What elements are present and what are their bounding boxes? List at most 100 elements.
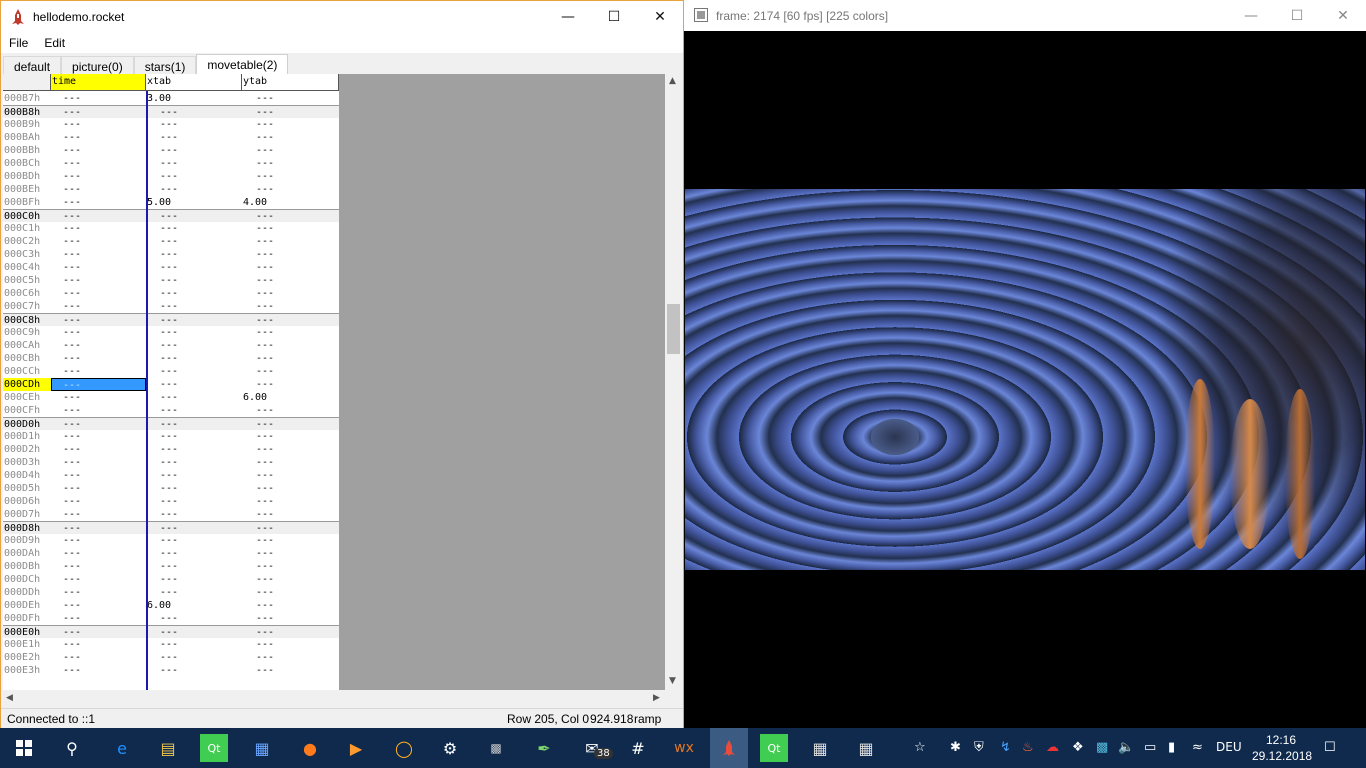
cell-time[interactable]: --- xyxy=(63,235,81,248)
cell-ytab[interactable]: --- xyxy=(256,248,274,261)
cell-xtab[interactable]: --- xyxy=(160,482,178,495)
cell-ytab[interactable]: --- xyxy=(256,144,274,157)
cell-time[interactable]: --- xyxy=(63,287,81,300)
rocket-titlebar[interactable]: hellodemo.rocket — ☐ ✕ xyxy=(1,1,683,32)
java-icon[interactable]: ♨ xyxy=(1022,740,1034,755)
cell-time[interactable]: --- xyxy=(63,144,81,157)
cell-xtab[interactable]: --- xyxy=(160,586,178,599)
cell-xtab[interactable]: --- xyxy=(160,664,178,677)
display-icon[interactable]: ▭ xyxy=(1144,740,1156,755)
wifi-icon[interactable]: ≈ xyxy=(1192,740,1203,755)
cell-xtab[interactable]: --- xyxy=(160,287,178,300)
cell-ytab[interactable]: --- xyxy=(256,222,274,235)
cell-time[interactable]: --- xyxy=(63,612,81,625)
bug-icon[interactable]: ✱ xyxy=(950,740,961,755)
cell-xtab[interactable]: --- xyxy=(160,300,178,313)
vertical-scrollbar[interactable]: ▲ ▼ xyxy=(665,74,682,690)
cell-time[interactable]: --- xyxy=(63,339,81,352)
cell-xtab[interactable]: --- xyxy=(160,443,178,456)
cell-xtab[interactable]: --- xyxy=(160,170,178,183)
cell-xtab[interactable]: --- xyxy=(160,235,178,248)
cell-time[interactable]: --- xyxy=(63,326,81,339)
cell-ytab[interactable]: --- xyxy=(256,92,274,105)
cell-xtab[interactable]: --- xyxy=(160,495,178,508)
cell-time[interactable]: --- xyxy=(63,482,81,495)
cell-xtab[interactable]: --- xyxy=(160,456,178,469)
cell-ytab[interactable]: --- xyxy=(256,560,274,573)
cell-xtab[interactable]: 3.00 xyxy=(147,92,171,105)
language-indicator[interactable]: DEU xyxy=(1216,740,1242,754)
save-disk-icon[interactable]: ▦ xyxy=(248,734,276,762)
cell-xtab[interactable]: --- xyxy=(160,157,178,170)
cell-xtab[interactable]: --- xyxy=(160,183,178,196)
cell-time[interactable]: --- xyxy=(63,573,81,586)
cell-ytab[interactable]: --- xyxy=(256,326,274,339)
cell-time[interactable]: --- xyxy=(63,456,81,469)
cell-time[interactable]: --- xyxy=(63,508,81,521)
horizontal-scrollbar[interactable]: ◀ ▶ xyxy=(3,690,665,707)
cell-ytab[interactable]: --- xyxy=(256,118,274,131)
track-header-xtab[interactable]: xtab xyxy=(146,74,242,91)
cell-time[interactable]: --- xyxy=(63,92,81,105)
cell-ytab[interactable]: --- xyxy=(256,430,274,443)
cell-ytab[interactable]: --- xyxy=(256,599,274,612)
cell-ytab[interactable]: --- xyxy=(256,469,274,482)
cell-time[interactable]: --- xyxy=(63,547,81,560)
cell-ytab[interactable]: --- xyxy=(256,638,274,651)
paint-icon[interactable]: ✒ xyxy=(530,734,558,762)
cell-time[interactable]: --- xyxy=(63,469,81,482)
cell-xtab[interactable]: --- xyxy=(160,534,178,547)
cell-xtab[interactable]: --- xyxy=(160,352,178,365)
cell-xtab[interactable]: --- xyxy=(160,573,178,586)
window-app-icon[interactable]: ▦ xyxy=(806,734,834,762)
cell-xtab[interactable]: --- xyxy=(160,222,178,235)
frame-titlebar[interactable]: frame: 2174 [60 fps] [225 colors] — ☐ ✕ xyxy=(684,0,1366,31)
cell-xtab[interactable]: 6.00 xyxy=(147,599,171,612)
volume-icon[interactable]: 🔈 xyxy=(1118,740,1134,755)
file-explorer-icon[interactable]: ▤ xyxy=(154,734,182,762)
cell-xtab[interactable]: --- xyxy=(160,261,178,274)
cell-time[interactable]: --- xyxy=(63,430,81,443)
close-button[interactable]: ✕ xyxy=(637,1,683,32)
close-button[interactable]: ✕ xyxy=(1320,0,1366,31)
cell-ytab[interactable]: --- xyxy=(256,482,274,495)
selected-cell[interactable]: --- xyxy=(51,378,146,391)
cell-xtab[interactable]: --- xyxy=(160,248,178,261)
tab-default[interactable]: default xyxy=(3,56,62,75)
cell-time[interactable]: --- xyxy=(63,196,81,209)
cell-time[interactable]: --- xyxy=(63,248,81,261)
cell-ytab[interactable]: --- xyxy=(256,183,274,196)
cell-ytab[interactable]: --- xyxy=(256,339,274,352)
cell-ytab[interactable]: --- xyxy=(256,547,274,560)
cell-time[interactable]: --- xyxy=(63,638,81,651)
slack-icon[interactable]: # xyxy=(624,734,652,762)
search-icon[interactable]: ⚲ xyxy=(58,734,86,762)
cell-time[interactable]: --- xyxy=(63,118,81,131)
cell-ytab[interactable]: --- xyxy=(256,664,274,677)
cell-ytab[interactable]: --- xyxy=(256,261,274,274)
cell-xtab[interactable]: --- xyxy=(160,118,178,131)
cell-xtab[interactable]: --- xyxy=(160,144,178,157)
cell-xtab[interactable]: --- xyxy=(160,378,178,391)
firefox-icon[interactable]: ● xyxy=(296,734,324,762)
cell-xtab[interactable]: --- xyxy=(160,469,178,482)
cell-time[interactable]: --- xyxy=(63,157,81,170)
cell-time[interactable]: --- xyxy=(63,391,81,404)
cell-ytab[interactable]: 4.00 xyxy=(243,196,267,209)
tab-movetable[interactable]: movetable(2) xyxy=(196,54,289,75)
cell-ytab[interactable]: --- xyxy=(256,612,274,625)
notification-icon[interactable]: ☐ xyxy=(1324,740,1336,755)
cell-time[interactable]: --- xyxy=(63,443,81,456)
battery-icon[interactable]: ▮ xyxy=(1168,740,1175,755)
maximize-button[interactable]: ☐ xyxy=(591,1,637,32)
cell-time[interactable]: --- xyxy=(63,131,81,144)
cell-xtab[interactable]: --- xyxy=(160,391,178,404)
window-app-icon[interactable]: ▦ xyxy=(852,734,880,762)
cell-xtab[interactable]: --- xyxy=(160,560,178,573)
cell-ytab[interactable]: --- xyxy=(256,404,274,417)
track-header-ytab[interactable]: ytab xyxy=(242,74,339,91)
rocket-taskbar-icon[interactable] xyxy=(710,728,748,768)
menu-file[interactable]: File xyxy=(1,32,36,53)
cell-time[interactable]: --- xyxy=(63,586,81,599)
tab-picture[interactable]: picture(0) xyxy=(61,56,134,75)
